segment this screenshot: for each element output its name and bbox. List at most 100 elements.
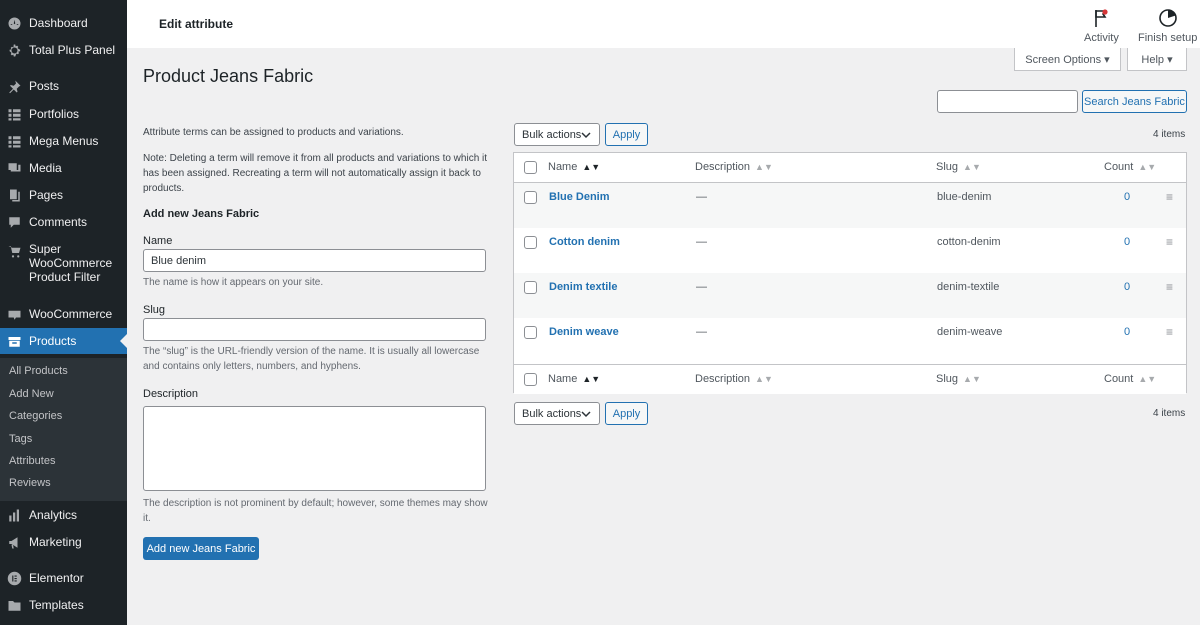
row-checkbox[interactable] [524, 191, 537, 204]
submenu-add-new[interactable]: Add New [9, 388, 54, 400]
name-field[interactable]: Blue denim [143, 249, 486, 272]
drag-handle-icon[interactable]: ≡ [1166, 183, 1173, 211]
sidebar-item-mega-menus[interactable]: Mega Menus [0, 128, 127, 154]
column-name[interactable]: Name ▲▼ [548, 373, 600, 385]
sort-icon: ▲▼ [582, 374, 601, 384]
submenu-all-products[interactable]: All Products [9, 365, 68, 377]
sort-icon: ▲▼ [963, 162, 981, 172]
sort-icon: ▲▼ [1138, 162, 1157, 172]
table-footer: Name ▲▼ Description ▲▼ Slug ▲▼ Count ▲▼ [514, 364, 1186, 394]
pin-icon [7, 79, 22, 94]
term-slug: denim-weave [937, 326, 1003, 338]
term-name-link[interactable]: Denim weave [549, 318, 619, 346]
slug-hint: The “slug” is the URL-friendly version o… [143, 346, 480, 372]
column-count[interactable]: Count ▲▼ [1104, 373, 1156, 385]
sort-icon: ▲▼ [755, 374, 773, 384]
submenu-attributes[interactable]: Attributes [9, 455, 55, 467]
chart-bar-icon [7, 508, 22, 523]
gear-icon [7, 43, 22, 58]
column-slug[interactable]: Slug ▲▼ [936, 161, 981, 173]
drag-handle-icon[interactable]: ≡ [1166, 318, 1173, 346]
sidebar-item-elementor[interactable]: Elementor [0, 565, 127, 591]
term-name-link[interactable]: Cotton denim [549, 228, 620, 256]
sidebar-item-marketing[interactable]: Marketing [0, 529, 127, 555]
page-icon [7, 188, 22, 203]
sidebar-item-portfolios[interactable]: Portfolios [0, 101, 127, 127]
bulk-actions-select-top[interactable]: Bulk actions [514, 123, 600, 146]
chevron-down-icon [581, 411, 591, 418]
media-icon [7, 161, 22, 176]
select-all-checkbox[interactable] [524, 373, 537, 386]
search-input[interactable] [937, 90, 1078, 113]
drag-handle-icon[interactable]: ≡ [1166, 228, 1173, 256]
slug-field[interactable] [143, 318, 486, 341]
select-all-checkbox[interactable] [524, 161, 537, 174]
row-checkbox[interactable] [524, 236, 537, 249]
sidebar-item-pages[interactable]: Pages [0, 182, 127, 208]
description-field[interactable] [143, 406, 486, 491]
header-title: Edit attribute [159, 17, 233, 31]
sort-icon: ▲▼ [582, 162, 601, 172]
form-heading: Add new Jeans Fabric [143, 208, 260, 220]
sidebar-item-woocommerce[interactable]: WooCommerce [0, 301, 127, 327]
submenu-categories[interactable]: Categories [9, 410, 62, 422]
sidebar-item-super-woocommerce-product-filter[interactable]: Super WooCommerce Product Filter [0, 242, 127, 290]
items-count-bottom: 4 items [1153, 408, 1186, 419]
apply-button-top[interactable]: Apply [605, 123, 648, 146]
top-header: Edit attribute Activity Finish setup [127, 0, 1200, 48]
cart-icon [7, 244, 22, 259]
submenu-reviews[interactable]: Reviews [9, 477, 51, 489]
progress-circle-icon [1158, 9, 1177, 27]
sidebar-item-posts[interactable]: Posts [0, 73, 127, 99]
sidebar-item-total-plus-panel[interactable]: Total Plus Panel [0, 37, 127, 63]
sidebar-item-products[interactable]: Products [0, 328, 127, 354]
apply-button-bottom[interactable]: Apply [605, 402, 648, 425]
term-description: — [696, 281, 707, 293]
activity-button[interactable]: Activity [1084, 8, 1119, 44]
search-terms-button[interactable]: Search Jeans Fabric [1082, 90, 1187, 113]
term-count-link[interactable]: 0 [1124, 318, 1130, 346]
term-count-link[interactable]: 0 [1124, 228, 1130, 256]
sidebar-item-comments[interactable]: Comments [0, 209, 127, 235]
sidebar-item-templates[interactable]: Templates [0, 592, 127, 618]
bulk-actions-select-bottom[interactable]: Bulk actions [514, 402, 600, 425]
sidebar-item-media[interactable]: Media [0, 155, 127, 181]
add-new-term-button[interactable]: Add new Jeans Fabric [143, 537, 259, 560]
term-description: — [696, 236, 707, 248]
slug-label: Slug [143, 304, 166, 316]
active-caret [120, 334, 127, 348]
note-text: Note: Deleting a term will remove it fro… [143, 153, 488, 194]
woo-icon [7, 307, 22, 322]
term-count-link[interactable]: 0 [1124, 183, 1130, 211]
drag-handle-icon[interactable]: ≡ [1166, 273, 1173, 301]
description-label: Description [143, 388, 199, 400]
column-count[interactable]: Count ▲▼ [1104, 161, 1156, 173]
column-description[interactable]: Description ▲▼ [695, 161, 773, 173]
terms-table: Name ▲▼ Description ▲▼ Slug ▲▼ Count ▲▼ Blue… [513, 152, 1187, 394]
term-slug: cotton-denim [937, 236, 1001, 248]
column-name[interactable]: Name ▲▼ [548, 161, 600, 173]
grid-icon [7, 134, 22, 149]
term-description: — [696, 326, 707, 338]
row-checkbox[interactable] [524, 326, 537, 339]
page-title: Product Jeans Fabric [143, 66, 314, 86]
row-checkbox[interactable] [524, 281, 537, 294]
sidebar-item-dashboard[interactable]: Dashboard [0, 10, 127, 36]
screen-options-button[interactable]: Screen Options ▾ [1014, 48, 1121, 71]
finish-setup-button[interactable]: Finish setup [1138, 8, 1197, 44]
term-name-link[interactable]: Blue Denim [549, 183, 610, 211]
submenu-tags[interactable]: Tags [9, 433, 32, 445]
help-button[interactable]: Help ▾ [1127, 48, 1187, 71]
column-slug[interactable]: Slug ▲▼ [936, 373, 981, 385]
table-row: Cotton denim — cotton-denim 0 ≡ [514, 228, 1186, 273]
folder-icon [7, 598, 22, 613]
archive-icon [7, 334, 22, 349]
table-header: Name ▲▼ Description ▲▼ Slug ▲▼ Count ▲▼ [514, 153, 1186, 183]
chevron-down-icon [581, 132, 591, 139]
items-count-top: 4 items [1153, 129, 1186, 140]
term-count-link[interactable]: 0 [1124, 273, 1130, 301]
term-name-link[interactable]: Denim textile [549, 273, 617, 301]
products-submenu: All Products Add New Categories Tags Att… [0, 358, 127, 501]
column-description[interactable]: Description ▲▼ [695, 373, 773, 385]
sidebar-item-analytics[interactable]: Analytics [0, 502, 127, 528]
